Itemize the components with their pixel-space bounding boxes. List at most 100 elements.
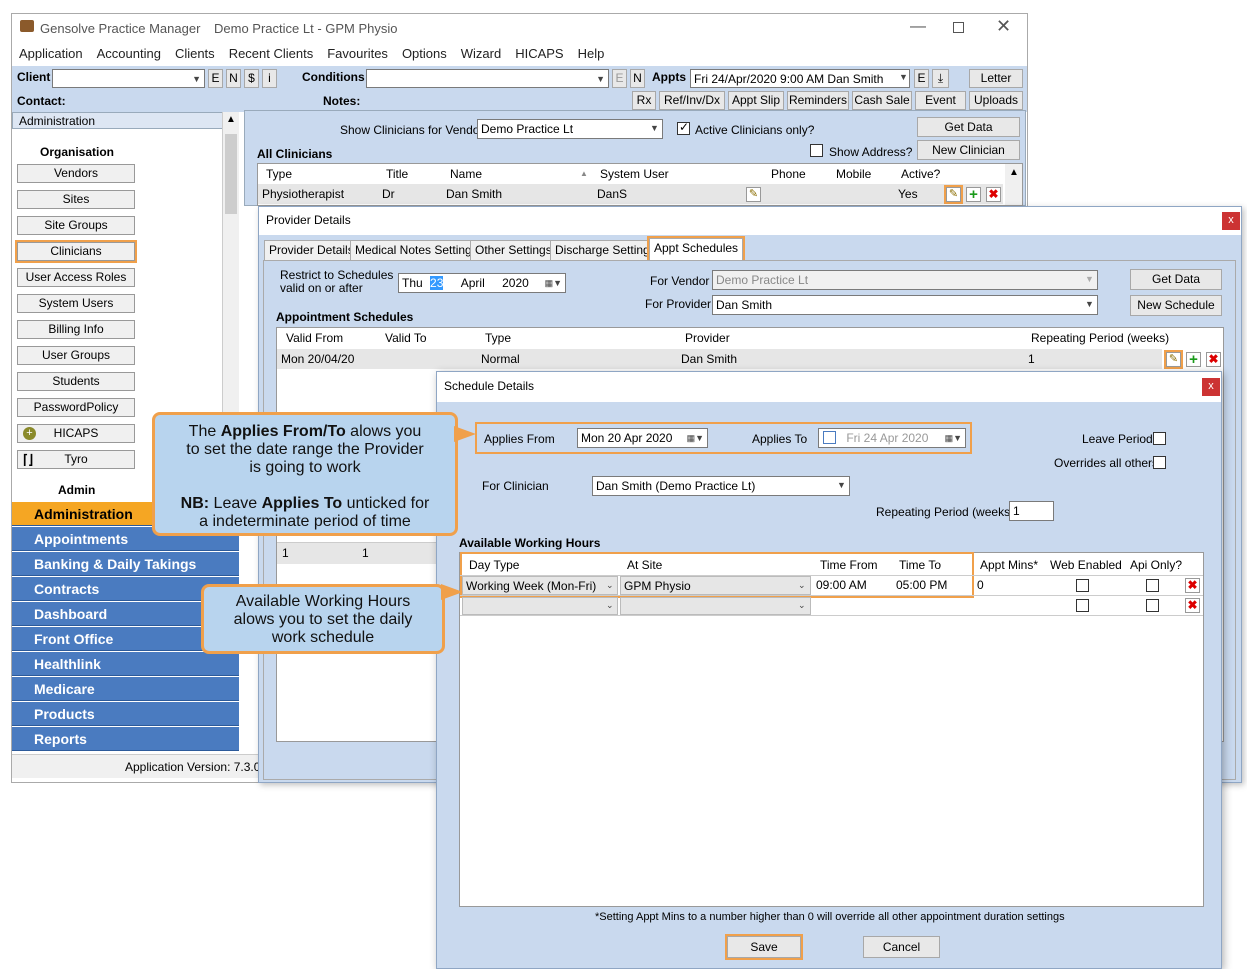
client-n-button[interactable]: N xyxy=(226,69,241,88)
sidebar-item-vendors[interactable]: Vendors xyxy=(17,164,135,183)
show-address-checkbox[interactable] xyxy=(810,144,823,157)
close-icon[interactable]: x xyxy=(1202,378,1220,396)
tab-discharge-settings[interactable]: Discharge Settings xyxy=(550,240,661,260)
new-web-enabled-checkbox[interactable] xyxy=(1076,599,1089,612)
edit-pencil-icon[interactable]: ✎ xyxy=(944,185,963,204)
edit-pencil-icon[interactable]: ✎ xyxy=(1164,350,1183,369)
col-active[interactable]: Active? xyxy=(901,164,940,184)
close-icon[interactable]: x xyxy=(1222,212,1240,230)
col-time-from[interactable]: Time From xyxy=(820,555,878,575)
nav-medicare[interactable]: Medicare xyxy=(12,677,239,701)
delete-x-icon[interactable]: ✖ xyxy=(1206,352,1221,367)
tab-provider-details[interactable]: Provider Details xyxy=(264,240,359,260)
col-type[interactable]: Type xyxy=(485,328,511,348)
col-valid-from[interactable]: Valid From xyxy=(286,328,343,348)
sidebar-item-site-groups[interactable]: Site Groups xyxy=(17,216,135,235)
menu-wizard[interactable]: Wizard xyxy=(461,46,501,61)
time-from-input[interactable]: 09:00 AM xyxy=(813,576,891,595)
delete-row-x-icon[interactable]: ✖ xyxy=(1185,598,1200,613)
sidebar-item-students[interactable]: Students xyxy=(17,372,135,391)
menu-options[interactable]: Options xyxy=(402,46,447,61)
col-valid-to[interactable]: Valid To xyxy=(385,328,427,348)
sidebar-item-user-access-roles[interactable]: User Access Roles xyxy=(17,268,135,287)
uploads-button[interactable]: Uploads xyxy=(969,91,1023,110)
tab-other-settings[interactable]: Other Settings xyxy=(470,240,557,260)
api-only-checkbox[interactable] xyxy=(1146,579,1159,592)
tab-medical-notes[interactable]: Medical Notes Settings xyxy=(350,240,483,260)
ref-inv-dx-button[interactable]: Ref/Inv/Dx xyxy=(659,91,725,110)
for-provider-select[interactable]: Dan Smith xyxy=(712,295,1098,315)
new-day-type-select[interactable] xyxy=(462,597,618,615)
menu-favourites[interactable]: Favourites xyxy=(327,46,388,61)
col-web-enabled[interactable]: Web Enabled xyxy=(1050,555,1122,575)
col-phone[interactable]: Phone xyxy=(771,164,806,184)
col-day-type[interactable]: Day Type xyxy=(469,555,519,575)
provider-get-data-button[interactable]: Get Data xyxy=(1130,269,1222,290)
at-site-select[interactable]: GPM Physio xyxy=(620,576,811,595)
col-api-only[interactable]: Api Only? xyxy=(1130,555,1182,575)
close-icon[interactable]: ✕ xyxy=(996,16,1011,37)
sidebar-item-clinicians[interactable]: Clinicians xyxy=(15,240,137,263)
download-icon[interactable]: ⤓ xyxy=(932,69,949,88)
applies-from-picker[interactable]: Mon 20 Apr 2020 ▦▼ xyxy=(577,428,708,448)
appt-slip-button[interactable]: Appt Slip xyxy=(728,91,784,110)
calendar-icon[interactable]: ▦▼ xyxy=(687,429,704,447)
col-time-to[interactable]: Time To xyxy=(899,555,941,575)
reminders-button[interactable]: Reminders xyxy=(787,91,849,110)
menu-recent-clients[interactable]: Recent Clients xyxy=(229,46,314,61)
pencil-icon[interactable]: ✎ xyxy=(746,187,761,202)
menu-help[interactable]: Help xyxy=(578,46,605,61)
repeating-input[interactable]: 1 xyxy=(1009,501,1054,521)
add-plus-icon[interactable]: + xyxy=(966,187,981,202)
for-vendor-select[interactable]: Demo Practice Lt xyxy=(712,270,1098,290)
tab-appt-schedules[interactable]: Appt Schedules xyxy=(646,236,746,262)
sidebar-item-hicaps[interactable]: + HICAPS xyxy=(17,424,135,443)
appts-e-button[interactable]: E xyxy=(914,69,929,88)
nav-products[interactable]: Products xyxy=(12,702,239,726)
chevron-up-icon[interactable]: ▲ xyxy=(1009,167,1019,178)
for-clinician-select[interactable]: Dan Smith (Demo Practice Lt) xyxy=(592,476,850,496)
sidebar-item-system-users[interactable]: System Users xyxy=(17,294,135,313)
get-data-button[interactable]: Get Data xyxy=(917,117,1020,137)
appt-mins-input[interactable]: 0 xyxy=(974,576,1040,595)
new-api-only-checkbox[interactable] xyxy=(1146,599,1159,612)
day-type-select[interactable]: Working Week (Mon-Fri) xyxy=(462,576,618,595)
col-type[interactable]: Type xyxy=(266,164,292,184)
sidebar-item-sites[interactable]: Sites xyxy=(17,190,135,209)
grid-scrollbar[interactable]: ▲ xyxy=(1005,164,1022,205)
sidebar-item-billing-info[interactable]: Billing Info xyxy=(17,320,135,339)
table-row[interactable] xyxy=(258,184,1003,204)
time-to-input[interactable]: 05:00 PM xyxy=(893,576,971,595)
delete-row-x-icon[interactable]: ✖ xyxy=(1185,578,1200,593)
menu-accounting[interactable]: Accounting xyxy=(97,46,161,61)
col-title[interactable]: Title xyxy=(386,164,408,184)
chevron-up-icon[interactable]: ▲ xyxy=(226,114,236,125)
new-at-site-select[interactable] xyxy=(620,597,811,615)
client-input[interactable]: ▼ xyxy=(52,69,205,88)
menu-hicaps[interactable]: HICAPS xyxy=(515,46,563,61)
client-info-button[interactable]: i xyxy=(262,69,277,88)
maximize-icon[interactable] xyxy=(953,22,964,33)
new-schedule-button[interactable]: New Schedule xyxy=(1130,295,1222,316)
sidebar-item-tyro[interactable]: ⌈⌋ Tyro xyxy=(17,450,135,469)
leave-period-checkbox[interactable] xyxy=(1153,432,1166,445)
col-appt-mins[interactable]: Appt Mins* xyxy=(980,555,1038,575)
appts-select[interactable]: Fri 24/Apr/2020 9:00 AM Dan Smith xyxy=(690,69,910,88)
cash-sale-button[interactable]: Cash Sale xyxy=(852,91,912,110)
new-clinician-button[interactable]: New Clinician xyxy=(917,140,1020,160)
cancel-button[interactable]: Cancel xyxy=(863,936,940,958)
nav-healthlink[interactable]: Healthlink xyxy=(12,652,239,676)
active-only-checkbox[interactable] xyxy=(677,120,690,135)
client-dollar-button[interactable]: $ xyxy=(244,69,259,88)
restrict-date-picker[interactable]: Thu 23 April 2020 ▦▼ xyxy=(398,273,566,293)
calendar-icon[interactable]: ▦▼ xyxy=(545,274,562,292)
event-button[interactable]: Event xyxy=(915,91,966,110)
delete-x-icon[interactable]: ✖ xyxy=(986,187,1001,202)
conditions-e-button[interactable]: E xyxy=(612,69,627,88)
rx-button[interactable]: Rx xyxy=(632,91,656,110)
applies-to-picker[interactable]: Fri 24 Apr 2020 ▦▼ xyxy=(818,428,966,448)
conditions-n-button[interactable]: N xyxy=(630,69,645,88)
sidebar-item-password-policy[interactable]: PasswordPolicy xyxy=(17,398,135,417)
sidebar-item-user-groups[interactable]: User Groups xyxy=(17,346,135,365)
nav-reports[interactable]: Reports xyxy=(12,727,239,751)
